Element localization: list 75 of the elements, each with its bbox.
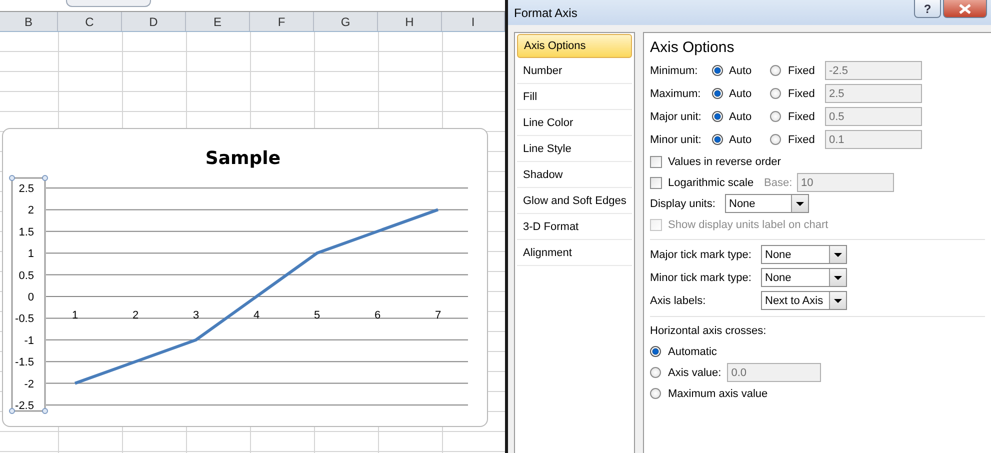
y-tick-label: -1.5 [15,356,34,369]
sidebar-item[interactable]: Line Style [517,137,632,162]
dropdown[interactable]: None [725,194,809,213]
x-tick-label: 4 [253,310,260,322]
sidebar-item[interactable]: Alignment [517,241,632,266]
x-tick-label: 2 [132,310,139,322]
dropdown[interactable]: None [761,268,847,287]
dropdown[interactable]: None [761,245,847,264]
y-tick-label: 1 [28,248,34,260]
y-tick-label: -0.5 [15,313,34,326]
radio-label: Auto [729,110,753,122]
column-header[interactable]: H [378,12,442,31]
section-heading: Axis Options [650,38,736,58]
chart-title: Sample [205,148,281,169]
radio-button[interactable] [650,346,661,357]
window-title: Format Axis [514,6,578,20]
y-tick-label: 2 [28,204,34,217]
checkbox-label: Logarithmic scale [668,176,755,188]
radio-label: Fixed [788,64,816,76]
sidebar-item[interactable]: Glow and Soft Edges [517,189,632,214]
column-header[interactable]: D [122,12,186,31]
y-tick-label: -2.5 [15,400,34,412]
field-label: Base: [764,176,794,188]
field-label: Major unit: [650,110,702,122]
radio-label: Axis value: [668,366,722,378]
field-label: Minimum: [650,64,699,76]
x-tick-label: 3 [192,310,200,322]
x-tick-label: 6 [374,310,381,322]
field-label: Display units: [650,198,716,210]
column-header[interactable]: F [250,12,314,31]
sidebar-item[interactable]: Fill [517,85,632,110]
field-label: Minor tick mark type: [650,272,752,284]
y-tick-label: 1.5 [18,226,34,238]
y-tick-label: -2 [24,378,34,390]
help-button[interactable]: ? [914,0,941,18]
group-heading: Horizontal axis crosses: [650,324,768,338]
y-tick-label: 0.5 [18,270,34,282]
x-tick-label: 5 [314,310,320,322]
checkbox[interactable] [650,156,662,168]
sidebar-item[interactable]: Number [517,59,632,84]
close-icon [959,4,971,14]
column-header[interactable]: C [58,12,122,31]
x-tick-label: 1 [72,310,78,322]
y-tick-label: 2.5 [18,183,34,195]
radio-label: Auto [729,64,753,76]
radio-label: Automatic [668,346,717,358]
sidebar-item[interactable]: Line Color [517,111,632,136]
input-field[interactable]: 10 [797,173,894,192]
radio-label: Auto [729,134,753,146]
checkbox[interactable] [650,176,662,188]
x-tick-label: 7 [434,310,442,322]
checkbox-label: Show display units label on chart [668,218,828,230]
chart-area[interactable]: Sample 2.5 2 1.5 1 0.5 0 -0.5 -1 -1.5 -2 -2.5 1 2 3 4 5 6 7 [2,128,488,427]
radio-label: Auto [729,88,753,100]
radio-label: Maximum axis value [668,388,768,400]
field-label: Major tick mark type: [650,248,752,260]
column-header[interactable]: G [314,12,378,31]
radio-label: Fixed [788,88,816,100]
radio-label: Fixed [788,134,816,146]
dropdown[interactable]: Next to Axis [761,291,847,310]
close-button[interactable] [943,0,987,18]
axis-selection-handles[interactable] [9,175,48,414]
field-label: Minor unit: [650,134,702,146]
checkbox-label: Values in reverse order [668,156,781,168]
radio-label: Fixed [788,110,816,122]
y-tick-label: 0 [28,292,34,304]
field-label: Maximum: [650,88,702,100]
field-label: Axis labels: [650,294,707,306]
column-header[interactable]: E [186,12,250,31]
sidebar-item[interactable]: Axis Options [517,34,632,58]
column-header[interactable]: B [0,12,58,31]
y-tick-label: -1 [24,334,34,347]
sidebar-item[interactable]: 3-D Format [517,215,632,240]
radio-button[interactable] [650,388,661,399]
sidebar-item[interactable]: Shadow [517,163,632,188]
